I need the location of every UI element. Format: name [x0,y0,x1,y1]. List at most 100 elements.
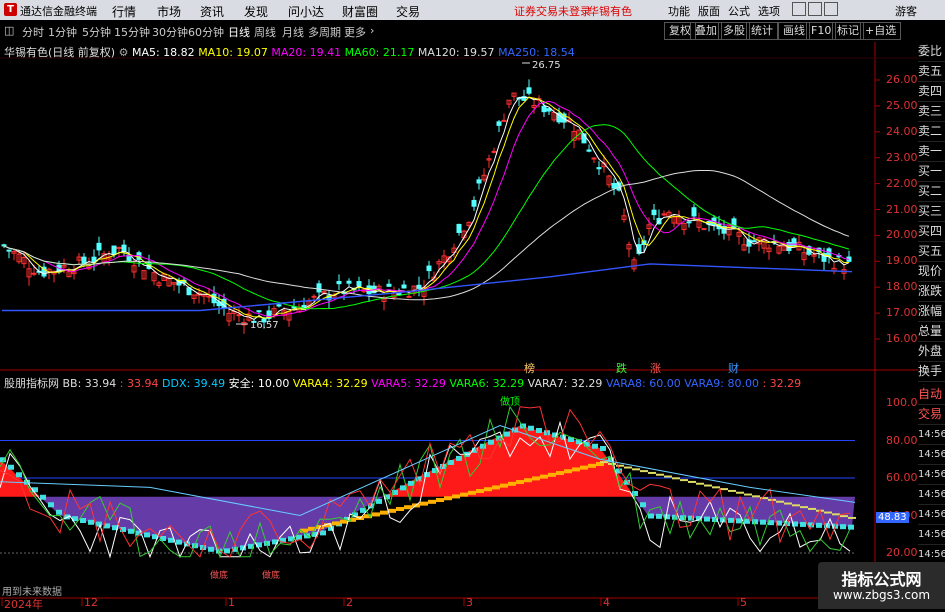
side-trade-item[interactable]: 自动 [918,385,945,405]
event-marker-bang[interactable]: 榜 [524,360,535,376]
indicator-orange-step [564,469,572,474]
indicator-orange-step [572,467,580,472]
side-panel-item: 卖五 [918,62,945,82]
indicator-cyan-step [320,530,326,536]
price-tick-label: 20.00 [886,228,918,242]
ind-ddx: DDX: 39.49 [162,377,226,390]
indicator-cyan-step [144,532,150,538]
indicator-tan-step [776,500,784,503]
legend-settings-icon[interactable]: ⚙ [119,46,129,59]
main-legend: 华锡有色(日线 前复权) ⚙ MA5: 18.82 MA10: 19.07 MA… [4,44,575,60]
indicator-cyan-step [16,472,22,478]
indicator-cyan-step [848,524,854,530]
indicator-orange-step [428,499,436,504]
indicator-orange-step [540,474,548,479]
indicator-tan-step [680,479,688,482]
time-axis-label: 2 [346,596,353,609]
stock-legend-name: 华锡有色(日线 前复权) [4,46,116,59]
indicator-orange-step [508,481,516,486]
indicator-cyan-step [8,464,14,470]
side-trade-item[interactable]: 交易 [918,405,945,425]
quote-side-panel: 委比卖五卖四卖三卖二卖一买一买二买三买四买五现价涨跌涨幅总量外盘换手净资收益 [918,42,945,422]
bottom-signal-label-2: 做底 [262,571,281,581]
indicator-chart [0,405,856,559]
price-tick-label: 17.00 [886,306,918,320]
side-panel-item: 卖一 [918,142,945,162]
indicator-cyan-step [600,446,606,451]
indicator-name[interactable]: 股朋指标网 [4,377,59,390]
ind-vara7: VARA7: 32.29 [527,377,603,390]
indicator-orange-step [500,483,508,488]
indicator-cyan-step [640,502,646,508]
indicator-orange-step [516,480,524,485]
indicator-orange-step [380,510,388,515]
indicator-tan-step [728,489,736,492]
side-time-item: 14:56 [918,505,945,525]
chart-canvas[interactable] [0,0,945,609]
candle-body [501,119,507,122]
candle-body [491,150,497,153]
indicator-orange-step [532,476,540,481]
ind-vara8: VARA8: 60.00 [605,377,681,390]
candle-body [96,242,102,251]
indicator-cyan-step [592,443,598,449]
ind-bb: BB: 33.94 [62,377,117,390]
current-value-badge: 48.83 [876,512,909,523]
indicator-tan-step [720,488,728,491]
side-panel-item: 买二 [918,182,945,202]
indicator-tan-step [664,475,672,478]
indicator-tan-step [736,491,744,494]
watermark-title: 指标公式网 [841,570,922,589]
indicator-cyan-step [488,439,494,445]
top-signal-label: 做顶 [500,397,520,408]
low-price-label: 16.57 [250,320,279,331]
ind-vara6: VARA6: 32.29 [449,377,525,390]
side-time-item: 14:56 [918,445,945,465]
indicator-cyan-step [96,521,102,527]
event-marker-zhang[interactable]: 涨 [650,360,661,376]
side-panel-item: 涨跌 [918,282,945,302]
indicator-cyan-step [536,428,542,433]
ma60-label: MA60: 21.17 [344,46,415,59]
indicator-orange-step [404,505,412,510]
indicator-orange-step [556,471,564,476]
indicator-orange-step [372,512,380,517]
event-marker-cai[interactable]: 财 [728,360,739,376]
ma120-label: MA120: 19.57 [417,46,495,59]
side-panel-item: 换手 [918,362,945,382]
indicator-cyan-step [456,455,462,461]
indicator-tan-step [656,473,664,476]
side-panel-item: 现价 [918,262,945,282]
indicator-cyan-step [40,494,46,500]
indicator-tan-step [696,482,704,485]
candle-body [346,280,352,284]
candle-body [1,244,7,247]
ind-vara5: VARA5: 32.29 [371,377,446,390]
side-panel-item: 卖二 [918,122,945,142]
side-time-item: 14:56 [918,465,945,485]
candle-body [586,149,592,152]
candle-body [526,87,532,94]
event-marker-die[interactable]: 跌 [616,360,627,376]
candle-body [416,284,422,289]
price-tick-label: 21.00 [886,202,918,216]
indicator-legend: 股朋指标网 BB: 33.94 : 33.94 DDX: 39.49 安全: 1… [4,375,801,391]
candle-body [401,284,407,289]
indicator-cyan-step [840,524,846,530]
moving-average-line [3,96,850,320]
side-panel-item: 买四 [918,222,945,242]
indicator-cyan-step [48,502,54,508]
side-panel-item: 总量 [918,322,945,342]
indicator-tan-step [712,486,720,489]
indicator-tan-step [840,515,848,518]
indicator-orange-step [444,496,452,501]
indicator-orange-step [460,492,468,497]
indicator-tick-label: 20.00 [886,546,918,559]
candle-body [386,283,392,287]
indicator-cyan-step [656,513,662,519]
side-panel-item: 卖四 [918,82,945,102]
indicator-orange-step [436,498,444,503]
price-tick-label: 25.00 [886,98,918,112]
indicator-cyan-step [56,509,62,515]
candle-body [316,283,322,293]
